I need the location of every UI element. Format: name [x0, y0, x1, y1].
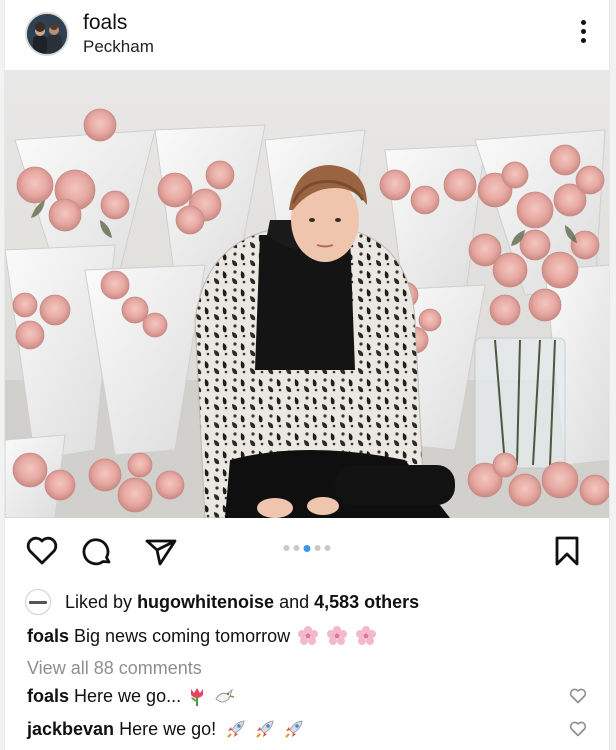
comment-like-icon[interactable] [569, 721, 587, 737]
cherry-blossom-icon [327, 626, 348, 645]
comment-text: Here we go... [74, 686, 182, 706]
comment-row: jackbevan Here we go! [27, 716, 587, 742]
likes-connector: and [279, 591, 310, 612]
cherry-blossom-icon [356, 626, 377, 645]
bookmark-icon[interactable] [549, 533, 585, 569]
comment-text: Here we go! [119, 719, 217, 739]
likes-summary: Liked by hugowhitenoise and 4,583 others [25, 589, 419, 615]
avatar[interactable] [25, 12, 69, 56]
post-username[interactable]: foals [83, 11, 154, 35]
carousel-dot-active [303, 544, 311, 552]
tulip-icon [191, 688, 204, 706]
post-location[interactable]: Peckham [83, 36, 154, 58]
view-all-comments-link[interactable]: View all 88 comments [27, 656, 202, 680]
cherry-blossom-icon [298, 626, 319, 645]
post-header: foals Peckham [5, 0, 609, 70]
user-block: foals Peckham [83, 11, 154, 58]
comment-row: foals Here we go... [27, 683, 587, 709]
rocket-icon [256, 720, 274, 738]
rocket-icon [285, 720, 303, 738]
carousel-dot [314, 545, 321, 551]
comment-like-icon[interactable] [569, 688, 587, 704]
likes-prefix: Liked by [65, 591, 133, 612]
likes-count[interactable]: 4,583 others [314, 592, 419, 613]
caption-text: Big news coming tomorrow [74, 626, 291, 646]
post-actions [5, 520, 609, 580]
comment-icon[interactable] [79, 533, 115, 569]
post-caption: foals Big news coming tomorrow [27, 623, 377, 649]
send-icon[interactable] [143, 533, 179, 569]
avatar-image [27, 14, 67, 54]
caption-username[interactable]: foals [27, 623, 69, 649]
carousel-dot [283, 545, 290, 551]
post-image [5, 70, 609, 518]
carousel-dot [293, 545, 300, 551]
dove-icon [215, 688, 235, 703]
post-photo[interactable] [5, 70, 609, 518]
post-card: foals Peckham Liked by hugowhitenoise an… [4, 0, 610, 750]
heart-icon[interactable] [24, 533, 60, 569]
rocket-icon [227, 720, 245, 738]
liker-username[interactable]: hugowhitenoise [137, 592, 274, 613]
carousel-indicator [283, 544, 331, 552]
carousel-dot [324, 545, 331, 551]
more-vertical-icon[interactable] [575, 20, 591, 50]
comment-username[interactable]: jackbevan [27, 716, 114, 742]
liker-avatar[interactable] [25, 589, 51, 615]
comment-username[interactable]: foals [27, 683, 69, 709]
